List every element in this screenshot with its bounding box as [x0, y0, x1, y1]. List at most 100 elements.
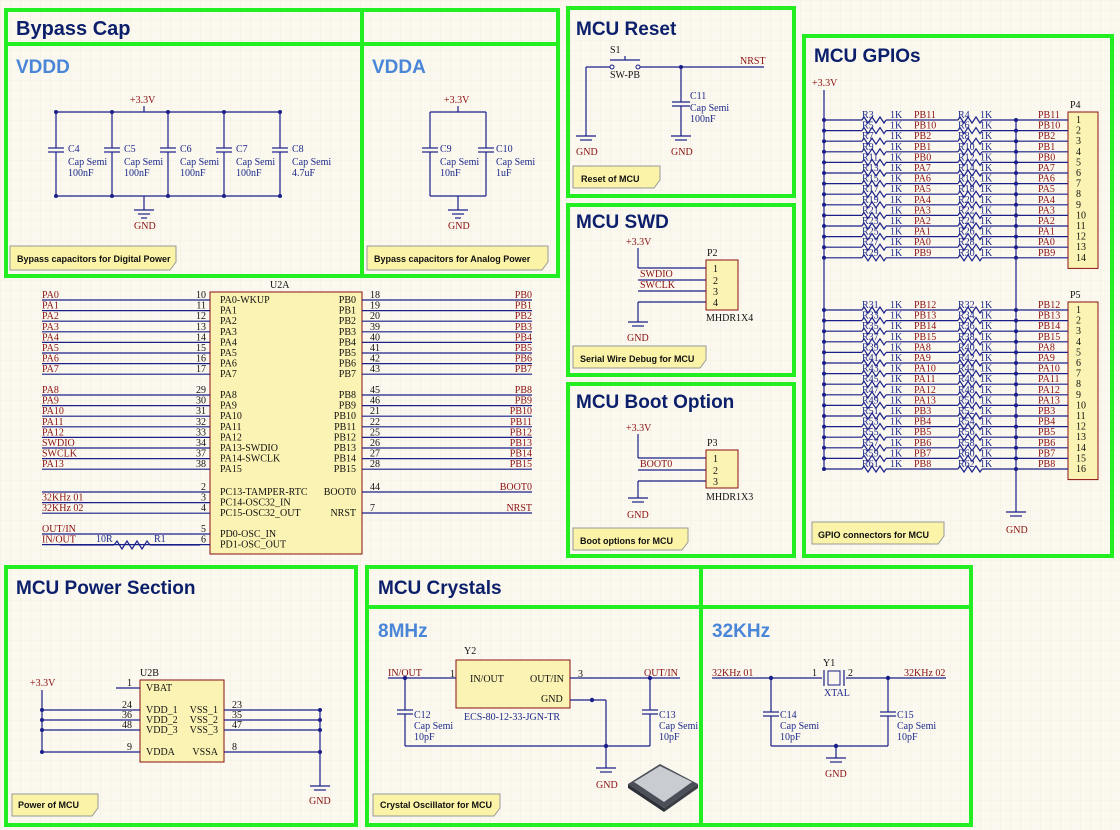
svg-text:3: 3: [713, 287, 718, 298]
svg-text:Crystal Oscillator for MCU: Crystal Oscillator for MCU: [380, 800, 492, 810]
connector-pin: 5: [1076, 157, 1081, 168]
net-label-PB10: PB10: [510, 406, 532, 417]
net-label-PA9: PA9: [42, 396, 59, 407]
svg-text:+3.3V: +3.3V: [444, 95, 470, 106]
crystals-title: MCU Crystals: [378, 578, 502, 599]
net-label-PB1: PB1: [515, 301, 532, 312]
net-label-PA8: PA8: [42, 385, 59, 396]
connector-net: PB11: [1038, 110, 1060, 121]
net-label-PB13: PB13: [510, 438, 532, 449]
cap-ref: C6: [180, 144, 192, 155]
net-label-PB12: PB12: [510, 427, 532, 438]
note-gpio: GPIO connectors for MCU: [811, 521, 945, 545]
cap-type: Cap Semi: [292, 157, 331, 168]
resistor-value: 1K: [980, 438, 993, 449]
connector-pin: 4: [1076, 337, 1081, 348]
gpio-net: PB5: [914, 427, 931, 438]
gpio-net: PB3: [914, 406, 931, 417]
svg-text:GND: GND: [134, 221, 156, 232]
junction-dot: [1014, 467, 1018, 471]
pin-name: PA9: [220, 401, 237, 412]
connector-pin: 1: [1076, 305, 1081, 316]
connector-pin: 2: [1076, 126, 1081, 137]
pin-number: 43: [370, 364, 380, 375]
resistor-ref: R39: [862, 342, 879, 353]
connector-net: PB12: [1038, 300, 1060, 311]
connector-net: PA2: [1038, 216, 1055, 227]
connector-net: PB8: [1038, 459, 1055, 470]
resistor-ref: R42: [958, 353, 975, 364]
svg-text:Boot options for MCU: Boot options for MCU: [580, 536, 673, 546]
cap-ref: C8: [292, 144, 304, 155]
pin-name: PA12: [220, 432, 242, 443]
connector-pin: 3: [1076, 326, 1081, 337]
pin-name: BOOT0: [324, 487, 356, 498]
svg-text:ECS-80-12-33-JGN-TR: ECS-80-12-33-JGN-TR: [464, 712, 560, 723]
resistor-value: 1K: [890, 237, 903, 248]
pin-name: PB14: [334, 454, 356, 465]
resistor-value: 1K: [890, 448, 903, 459]
gpio-net: PB0: [914, 152, 931, 163]
pin-number: 32: [196, 417, 206, 428]
resistor-ref: R14: [958, 163, 975, 174]
junction-dot: [1014, 339, 1018, 344]
cap-value: 10nF: [440, 168, 461, 179]
pin-number: 22: [370, 417, 380, 428]
resistor-value: 1K: [980, 417, 993, 428]
pin-name: PA13-SWDIO: [220, 443, 278, 454]
pin-number: 21: [370, 406, 380, 417]
cap-value: 4.7uF: [292, 168, 316, 179]
svg-text:S1: S1: [610, 45, 621, 56]
pin-name: PB10: [334, 411, 356, 422]
junction-dot: [1014, 245, 1018, 250]
svg-text:10R: 10R: [96, 534, 113, 545]
resistor-value: 1K: [890, 417, 903, 428]
cap-type: Cap Semi: [440, 157, 479, 168]
resistor-ref: R50: [958, 395, 975, 406]
resistor-value: 1K: [890, 459, 903, 470]
resistor-value: 1K: [980, 163, 993, 174]
pin-number: 39: [370, 322, 380, 333]
resistor-ref: R60: [958, 448, 975, 459]
svg-text:100nF: 100nF: [690, 114, 716, 125]
junction-dot: [1014, 213, 1018, 218]
svg-text:MHDR1X4: MHDR1X4: [706, 313, 753, 324]
junction-dot: [1014, 445, 1018, 450]
reset-title: MCU Reset: [576, 19, 677, 40]
resistor-ref: R17: [862, 184, 879, 195]
resistor-value: 1K: [890, 374, 903, 385]
note-analog: Bypass capacitors for Analog Power: [366, 245, 549, 271]
resistor-value: 1K: [980, 205, 993, 216]
resistor-ref: R3: [862, 110, 874, 121]
connector-net: PA6: [1038, 174, 1055, 185]
junction-dot: [1014, 456, 1018, 461]
resistor-ref: R27: [862, 237, 879, 248]
gpio-net: PA1: [914, 227, 931, 238]
gpio-net: PA11: [914, 374, 936, 385]
note-digital: Bypass capacitors for Digital Power: [9, 245, 177, 271]
resistor-ref: R18: [958, 184, 975, 195]
net-label-SWCLK: SWCLK: [42, 449, 78, 460]
connector-pin: 1: [1076, 115, 1081, 126]
connector-pin: 13: [1076, 432, 1086, 443]
net-label-PB3: PB3: [515, 322, 532, 333]
junction-dot: [1014, 403, 1018, 408]
pin-name: PA7: [220, 369, 237, 380]
svg-text:Cap Semi: Cap Semi: [780, 721, 819, 732]
32khz-subtitle: 32KHz: [712, 621, 770, 642]
resistor-ref: R54: [958, 417, 975, 428]
connector-net: PA5: [1038, 184, 1055, 195]
note-crystal: Crystal Oscillator for MCU: [372, 793, 501, 817]
net-label-BOOT0: BOOT0: [500, 482, 532, 493]
connector-net: PA9: [1038, 353, 1055, 364]
svg-text:C15: C15: [897, 710, 914, 721]
connector-net: PB14: [1038, 321, 1060, 332]
resistor-ref: R26: [958, 227, 975, 238]
resistor-value: 1K: [890, 227, 903, 238]
svg-text:4: 4: [713, 298, 718, 309]
connector-ref: P5: [1070, 290, 1081, 301]
pin-name: PA2: [220, 316, 237, 327]
vddd-subtitle: VDDD: [16, 57, 70, 78]
cap-type: Cap Semi: [68, 157, 107, 168]
connector-net: PB5: [1038, 427, 1055, 438]
